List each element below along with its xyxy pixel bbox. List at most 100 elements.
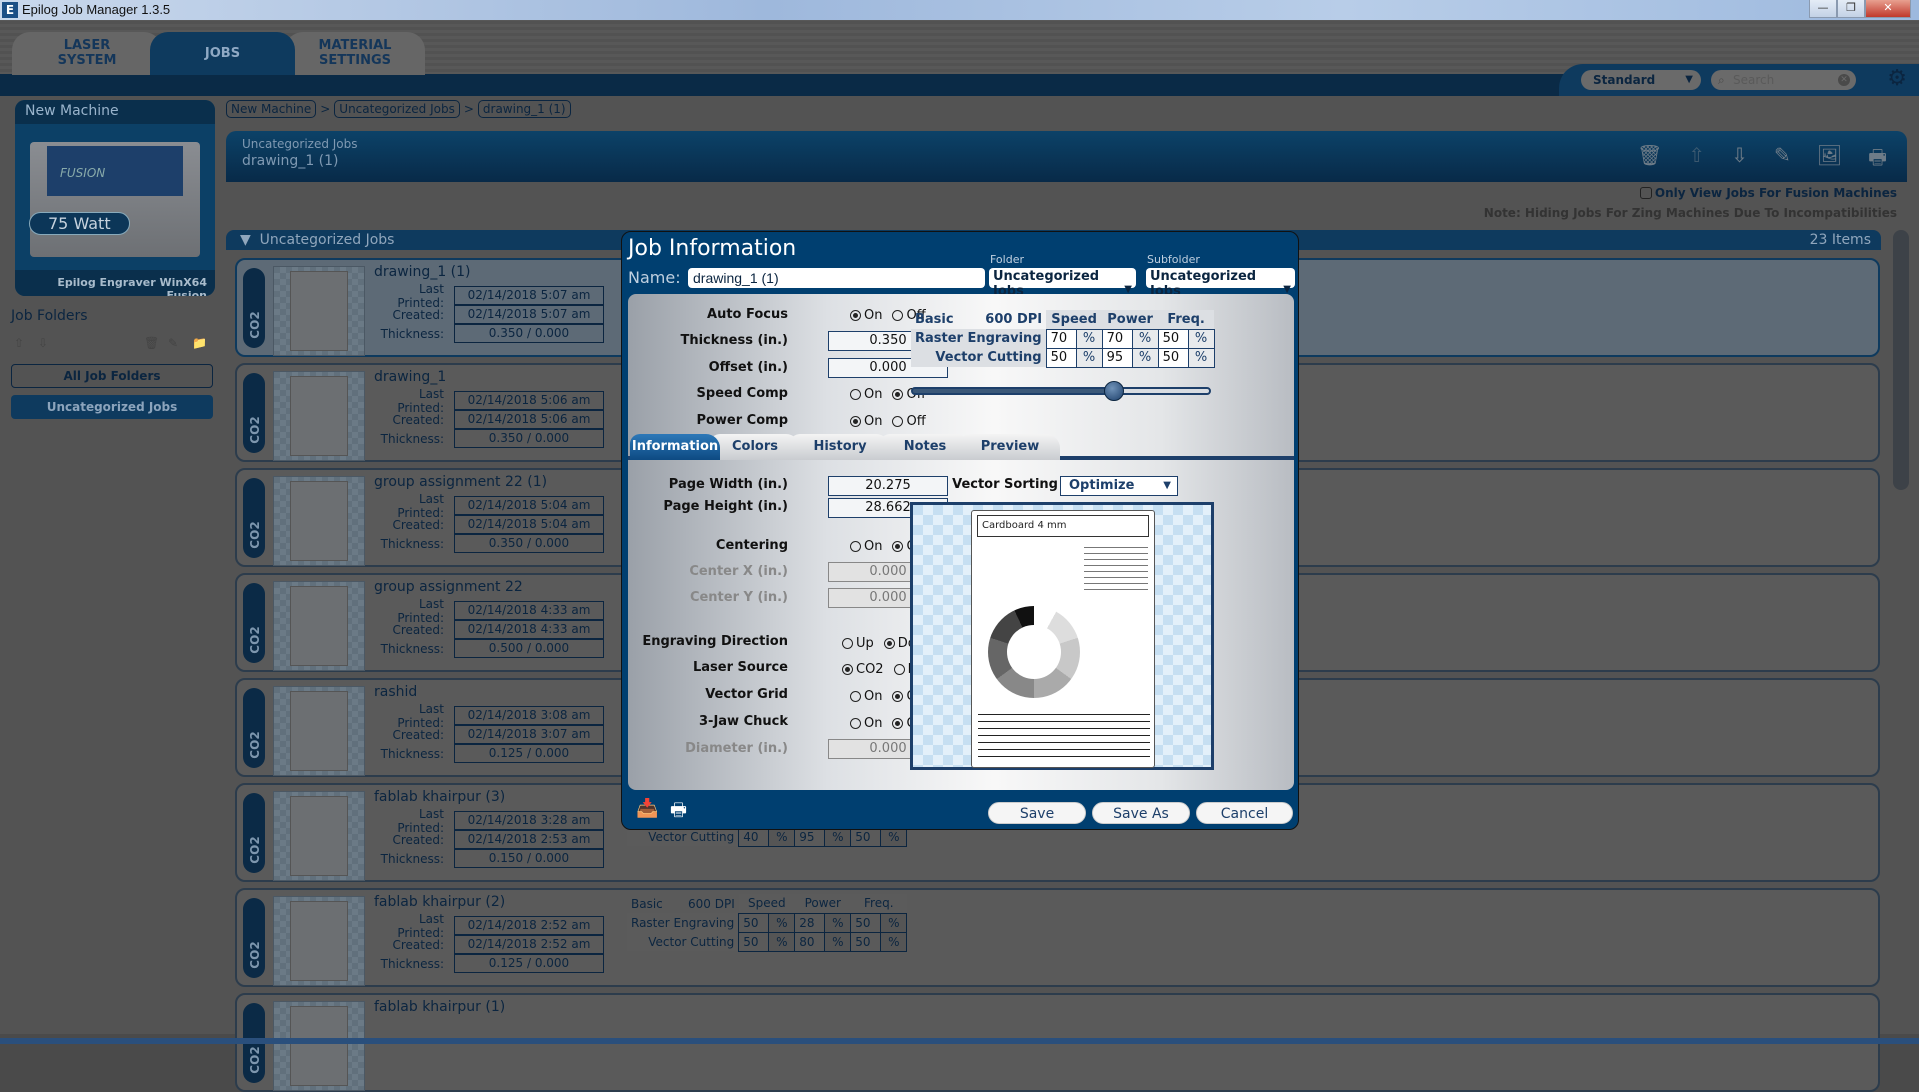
power-comp-off[interactable]: Off xyxy=(892,414,926,429)
job-row[interactable]: CO2 fablab khairpur (2) Last Printed: 02/… xyxy=(235,888,1880,987)
breadcrumb-job[interactable]: drawing_1 (1) xyxy=(477,100,571,118)
search-input[interactable]: ⌕ Search ✕ xyxy=(1711,70,1856,90)
print-icon[interactable]: 🖶 xyxy=(670,798,687,828)
cancel-button[interactable]: Cancel xyxy=(1196,802,1293,824)
gear-icon[interactable]: ⚙ xyxy=(1887,66,1907,91)
job-thumbnail xyxy=(273,371,365,461)
power-comp-label: Power Comp xyxy=(696,413,788,428)
pencil-icon[interactable]: ✎ xyxy=(168,336,178,350)
job-information-dialog: Job Information Name: Folder Uncategoriz… xyxy=(621,231,1299,830)
mode-select[interactable]: Standard ▼ xyxy=(1581,70,1701,90)
last-printed-value: 02/14/2018 5:04 am xyxy=(454,495,604,515)
save-to-folder-icon[interactable]: 📥 xyxy=(636,798,658,819)
clear-search-icon[interactable]: ✕ xyxy=(1838,74,1850,86)
breadcrumb-folder[interactable]: Uncategorized Jobs xyxy=(334,100,460,118)
trash-icon[interactable]: 🗑 xyxy=(1637,143,1662,177)
subfolder-label: Subfolder xyxy=(1147,253,1200,266)
vector-power-input[interactable]: 95 xyxy=(1101,347,1133,368)
close-button[interactable]: ✕ xyxy=(1865,0,1911,18)
centering-label: Centering xyxy=(715,538,788,553)
maximize-button[interactable]: ❐ xyxy=(1837,0,1865,18)
new-folder-icon[interactable]: 📁 xyxy=(192,336,207,350)
param-slider[interactable] xyxy=(911,381,1211,401)
job-name: fablab khairpur (1) xyxy=(374,999,506,1015)
engraving-direction-label: Engraving Direction xyxy=(642,634,788,649)
import-folder-icon[interactable]: ⇩ xyxy=(38,336,48,350)
scrollbar[interactable] xyxy=(1893,230,1909,490)
download-icon[interactable]: ⇩ xyxy=(1731,143,1748,177)
thickness-value: 0.350 / 0.000 xyxy=(454,533,604,553)
machine-name: New Machine xyxy=(15,100,215,124)
created-value: 02/14/2018 4:33 am xyxy=(454,619,604,639)
machine-card[interactable]: New Machine FUSION 75 Watt Epilog Engrav… xyxy=(15,100,215,296)
tab-preview[interactable]: Preview xyxy=(960,434,1060,460)
minimize-button[interactable]: — xyxy=(1809,0,1837,18)
job-name: rashid xyxy=(374,684,418,700)
laser-source-badge: CO2 xyxy=(243,688,265,768)
tab-history[interactable]: History xyxy=(790,434,890,460)
auto-focus-on[interactable]: On xyxy=(850,308,882,323)
folder-uncategorized-jobs[interactable]: Uncategorized Jobs xyxy=(11,395,213,419)
tab-notes[interactable]: Notes xyxy=(880,434,970,460)
pencil-icon[interactable]: ✎ xyxy=(1774,143,1791,177)
machine-image: FUSION xyxy=(30,142,200,257)
job-folders-title: Job Folders xyxy=(11,308,88,324)
vector-freq-input[interactable]: 50 xyxy=(1157,347,1189,368)
tab-colors[interactable]: Colors xyxy=(710,434,800,460)
tab-laser-system[interactable]: LASER SYSTEM xyxy=(12,32,162,75)
job-name: fablab khairpur (3) xyxy=(374,789,506,805)
center-x-label: Center X (in.) xyxy=(689,564,788,579)
save-button[interactable]: Save xyxy=(988,802,1086,824)
job-thumbnail xyxy=(273,266,365,356)
speed-comp-on[interactable]: On xyxy=(850,387,882,402)
folder-label: Folder xyxy=(990,253,1024,266)
preview-document: Cardboard 4 mm xyxy=(971,510,1155,768)
fusion-only-checkbox[interactable]: Only View Jobs For Fusion Machines xyxy=(1639,186,1897,200)
print-icon[interactable]: 🖶 xyxy=(1868,143,1887,177)
taskbar xyxy=(0,1038,1919,1044)
job-thumbnail xyxy=(273,1001,365,1091)
app-icon: E xyxy=(2,2,18,18)
tab-information[interactable]: Information xyxy=(630,434,720,460)
tab-jobs[interactable]: JOBS xyxy=(150,32,295,75)
job-meta: Last Printed: 02/14/2018 4:33 am Created:… xyxy=(374,597,619,658)
job-meta: Last Printed: 02/14/2018 3:28 am Created:… xyxy=(374,807,619,868)
breadcrumb-machine[interactable]: New Machine xyxy=(226,100,317,118)
power-comp-on[interactable]: On xyxy=(850,414,882,429)
save-as-button[interactable]: Save As xyxy=(1092,802,1190,824)
zing-note: Note: Hiding Jobs For Zing Machines Due … xyxy=(1483,206,1897,220)
jaw-chuck-on[interactable]: On xyxy=(850,716,882,731)
center-y-label: Center Y (in.) xyxy=(689,590,788,605)
vector-sorting-select[interactable]: Optimize ▼ xyxy=(1060,476,1178,496)
direction-up[interactable]: Up xyxy=(842,636,874,651)
folder-select[interactable]: Uncategorized Jobs ▼ xyxy=(989,268,1136,299)
job-thumbnail xyxy=(273,581,365,671)
centering-on[interactable]: On xyxy=(850,539,882,554)
vector-grid-on[interactable]: On xyxy=(850,689,882,704)
raster-speed-input[interactable]: 70 xyxy=(1045,328,1077,349)
last-printed-value: 02/14/2018 5:07 am xyxy=(454,285,604,305)
vector-grid-label: Vector Grid xyxy=(705,687,788,702)
tab-material-settings[interactable]: MATERIAL SETTINGS xyxy=(285,32,425,75)
jaw-chuck-label: 3-Jaw Chuck xyxy=(699,714,788,729)
slider-handle[interactable] xyxy=(1104,381,1125,401)
export-folder-icon[interactable]: ⇧ xyxy=(14,336,24,350)
vector-speed-input[interactable]: 50 xyxy=(1045,347,1077,368)
last-printed-value: 02/14/2018 3:28 am xyxy=(454,810,604,830)
power-comp-radio: On Off xyxy=(850,414,926,429)
raster-freq-input[interactable]: 50 xyxy=(1157,328,1189,349)
subfolder-select[interactable]: Uncategorized Jobs ▼ xyxy=(1146,268,1295,299)
created-value: 02/14/2018 5:04 am xyxy=(454,514,604,534)
diameter-label: Diameter (in.) xyxy=(685,741,788,756)
job-meta: Last Printed: 02/14/2018 2:52 am Created:… xyxy=(374,912,619,973)
trash-icon[interactable]: 🗑 xyxy=(144,336,159,350)
raster-power-input[interactable]: 70 xyxy=(1101,328,1133,349)
source-co2[interactable]: CO2 xyxy=(842,662,884,677)
job-name: group assignment 22 (1) xyxy=(374,474,548,490)
upload-icon[interactable]: ⇧ xyxy=(1688,143,1705,177)
thickness-value: 0.125 / 0.000 xyxy=(454,953,604,973)
all-job-folders-button[interactable]: All Job Folders xyxy=(11,364,213,388)
image-zoom-icon[interactable]: 🖼 xyxy=(1817,143,1842,177)
laser-source-label: Laser Source xyxy=(692,660,788,675)
job-name-input[interactable] xyxy=(688,268,985,288)
